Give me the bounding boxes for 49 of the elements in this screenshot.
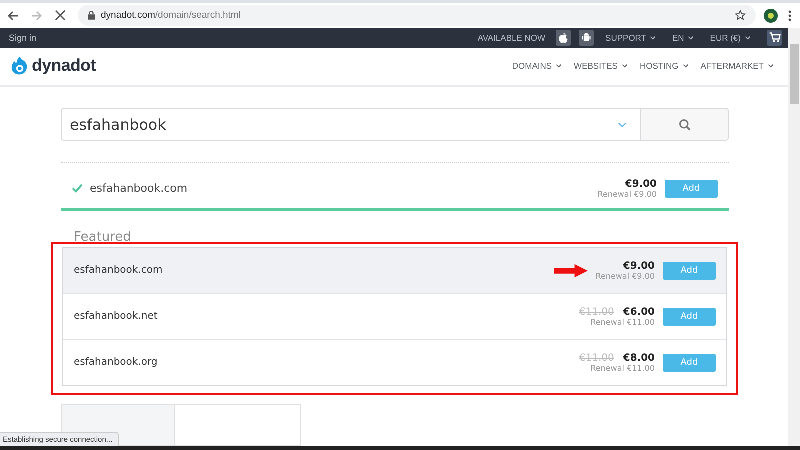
domain-name: esfahanbook.org <box>74 357 158 368</box>
renewal-price: Renewal €9.00 <box>596 272 655 280</box>
price: €8.00 <box>623 352 655 364</box>
renewal-price: Renewal €11.00 <box>590 318 655 326</box>
renewal-price: Renewal €11.00 <box>590 364 655 372</box>
scrollbar[interactable] <box>788 28 800 446</box>
star-icon[interactable] <box>735 10 746 21</box>
search-icon <box>678 118 690 130</box>
menu-dropdown[interactable]: EN <box>672 32 694 43</box>
nav-menu[interactable]: AFTERMARKET <box>700 61 774 72</box>
domain-name: esfahanbook.com <box>74 265 163 276</box>
menu-dropdown[interactable]: SUPPORT <box>606 32 656 43</box>
caret-icon <box>622 64 628 68</box>
more-icon[interactable] <box>788 10 792 22</box>
caret-icon <box>768 64 774 68</box>
flame-drop-icon <box>11 55 29 78</box>
cart-icon[interactable] <box>767 30 782 46</box>
price: €6.00 <box>623 306 655 318</box>
search-field[interactable]: esfahanbook <box>61 108 641 141</box>
url-text: dynadot.com/domain/search.html <box>101 10 241 21</box>
avatar-icon[interactable] <box>764 8 778 22</box>
caret-icon <box>682 64 689 68</box>
nav-menu[interactable]: DOMAINS <box>512 61 562 72</box>
brand-name: dynadot <box>32 56 96 76</box>
back-icon[interactable] <box>7 10 19 22</box>
domain-name: esfahanbook.net <box>74 311 158 322</box>
scroll-thumb[interactable] <box>790 44 798 104</box>
domain-name: esfahanbook.com <box>90 182 188 195</box>
price: €9.00 <box>625 178 657 190</box>
caret-icon <box>556 64 562 68</box>
lock-icon <box>88 11 95 20</box>
apple-icon[interactable] <box>556 30 571 46</box>
sign-in-link[interactable]: Sign in <box>9 32 37 43</box>
caret-icon <box>745 36 751 40</box>
close-icon[interactable] <box>55 10 66 21</box>
nav-menu[interactable]: WEBSITES <box>574 61 628 72</box>
android-icon[interactable] <box>578 30 594 46</box>
address-bar[interactable]: dynadot.com/domain/search.html <box>78 5 756 26</box>
nav-menu[interactable]: HOSTING <box>640 61 689 72</box>
renewal-price: Renewal €9.00 <box>598 190 657 198</box>
price: €9.00 <box>623 260 655 272</box>
available-label: AVAILABLE NOW <box>478 32 546 43</box>
section-heading: Featured <box>74 231 132 245</box>
domain-row[interactable]: esfahanbook.com €9.00 Renewal €9.00 Add <box>63 248 726 293</box>
old-price: €11.00 <box>579 352 614 364</box>
caret-icon <box>650 36 656 40</box>
caret-icon <box>688 36 694 40</box>
menu-dropdown[interactable]: EUR (€) <box>710 32 751 43</box>
old-price: €11.00 <box>579 306 614 318</box>
